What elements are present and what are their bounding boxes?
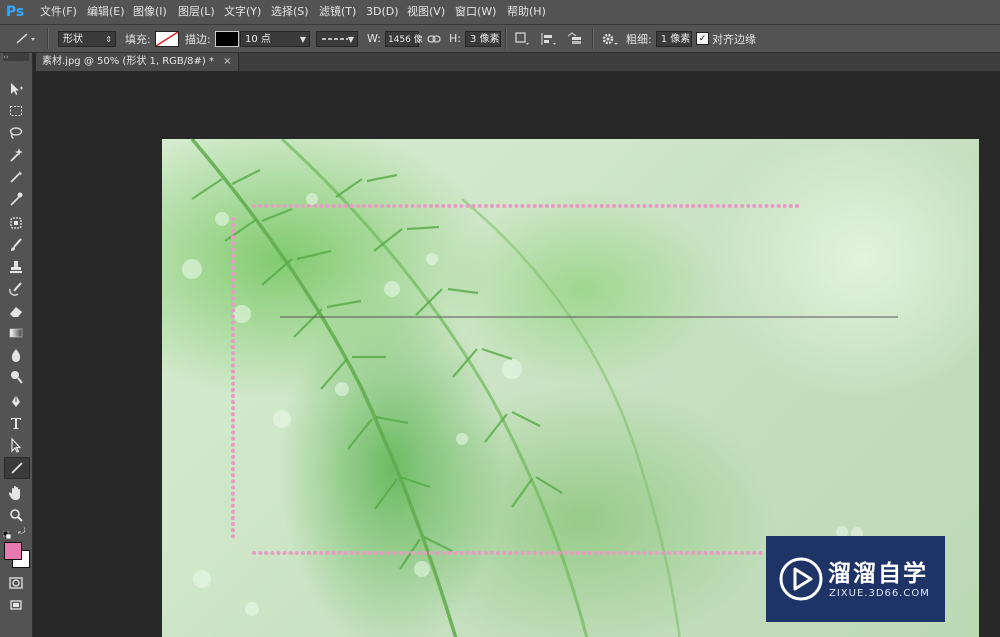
options-bar: 形状 ⇕ 填充: 描边: 10 点 ▼ ▼ W: 1456 像 H: 3 像素 …	[0, 25, 1000, 53]
tool-preset-picker[interactable]	[8, 25, 36, 52]
path-selection-icon[interactable]	[4, 435, 28, 455]
clone-stamp-icon[interactable]	[4, 257, 28, 277]
height-field[interactable]: 3 像素	[464, 30, 501, 47]
document-tab-bar: 素材.jpg @ 50% (形状 1, RGB/8#) * ×	[36, 53, 1000, 71]
magic-wand-icon[interactable]	[4, 145, 28, 165]
width-value: 1456 像	[387, 34, 423, 45]
stroke-color-swatch[interactable]	[214, 30, 239, 47]
healing-brush-icon[interactable]	[4, 213, 28, 233]
eraser-icon[interactable]	[4, 301, 28, 321]
watermark-badge: 溜溜自学 ZIXUE.3D66.COM	[766, 536, 945, 622]
quick-mask-icon[interactable]	[4, 573, 28, 593]
swap-colors-icon[interactable]: ⤾	[18, 527, 28, 537]
menu-select[interactable]: 选择(S)	[271, 0, 309, 24]
fill-swatch[interactable]	[154, 30, 179, 47]
divider	[47, 28, 49, 49]
height-label: H:	[449, 32, 461, 45]
menu-view[interactable]: 视图(V)	[407, 0, 445, 24]
type-tool-icon[interactable]	[4, 413, 28, 433]
no-color-icon	[155, 31, 178, 46]
updown-icon: ⇕	[105, 34, 112, 44]
align-edges-checkbox[interactable]: ✓	[696, 32, 709, 45]
chevron-down-icon: ▼	[347, 34, 354, 44]
tool-mode-value: 形状	[63, 33, 83, 45]
dodge-tool-icon[interactable]	[4, 367, 28, 387]
path-alignment-icon[interactable]	[540, 25, 556, 52]
tool-mode-select[interactable]: 形状 ⇕	[58, 30, 116, 47]
stroke-label: 描边:	[185, 32, 211, 46]
gradient-tool-icon[interactable]	[4, 323, 28, 343]
menu-layer[interactable]: 图层(L)	[178, 0, 215, 24]
menu-type[interactable]: 文字(Y)	[224, 0, 261, 24]
default-colors-icon[interactable]	[2, 529, 12, 540]
weight-label: 粗细:	[626, 32, 652, 46]
move-tool-icon[interactable]	[4, 79, 28, 99]
close-icon[interactable]: ×	[223, 56, 231, 67]
width-label: W:	[367, 32, 381, 45]
divider	[505, 28, 507, 49]
weight-field[interactable]: 1 像素	[655, 30, 692, 47]
gear-icon[interactable]	[601, 25, 619, 52]
brush-tool-icon[interactable]	[4, 235, 28, 255]
collapse-arrows-icon[interactable]: ››	[3, 53, 29, 61]
menu-help[interactable]: 帮助(H)	[507, 0, 546, 24]
document-tab-title: 素材.jpg @ 50% (形状 1, RGB/8#) *	[42, 56, 214, 67]
blur-tool-icon[interactable]	[4, 345, 28, 365]
foreground-color-swatch[interactable]	[4, 542, 22, 560]
menu-3d[interactable]: 3D(D)	[366, 0, 399, 24]
width-field[interactable]: 1456 像	[384, 30, 423, 47]
lasso-tool-icon[interactable]	[4, 123, 28, 143]
path-operations-icon[interactable]	[515, 25, 529, 52]
height-value: 3 像素	[469, 33, 500, 45]
menu-image[interactable]: 图像(I)	[133, 0, 167, 24]
toolbox: ›› ⤾	[0, 53, 33, 637]
stroke-width-field[interactable]: 10 点 ▼	[240, 30, 310, 47]
marquee-tool-icon[interactable]	[4, 101, 28, 121]
eyedropper-icon[interactable]	[4, 189, 28, 209]
dashed-line-icon	[322, 37, 348, 40]
menu-file[interactable]: 文件(F)	[40, 0, 77, 24]
watermark-title: 溜溜自学	[828, 561, 928, 587]
document-tab[interactable]: 素材.jpg @ 50% (形状 1, RGB/8#) * ×	[36, 53, 239, 71]
stroke-type-dropdown[interactable]: ▼	[316, 30, 358, 47]
line-tool-icon	[16, 32, 35, 44]
weight-value: 1 像素	[660, 33, 691, 45]
path-arrangement-icon[interactable]	[566, 25, 584, 52]
zoom-tool-icon[interactable]	[4, 505, 28, 525]
divider	[592, 28, 594, 49]
link-icon[interactable]	[427, 25, 441, 52]
stroke-width-value: 10 点	[245, 33, 271, 45]
menu-window[interactable]: 窗口(W)	[455, 0, 496, 24]
history-brush-icon[interactable]	[4, 279, 28, 299]
crop-tool-icon[interactable]	[4, 167, 28, 187]
play-logo-icon	[779, 557, 823, 601]
photoshop-logo[interactable]: Ps	[4, 3, 26, 21]
line-tool-icon[interactable]	[4, 457, 30, 479]
watermark-url: ZIXUE.3D66.COM	[829, 588, 930, 599]
menu-filter[interactable]: 滤镜(T)	[319, 0, 356, 24]
menu-edit[interactable]: 编辑(E)	[87, 0, 125, 24]
align-edges-label: 对齐边缘	[712, 32, 756, 46]
hand-tool-icon[interactable]	[4, 483, 28, 503]
fill-label: 填充:	[125, 32, 151, 46]
pen-tool-icon[interactable]	[4, 391, 28, 411]
screen-mode-icon[interactable]	[4, 595, 28, 615]
menu-bar: Ps 文件(F) 编辑(E) 图像(I) 图层(L) 文字(Y) 选择(S) 滤…	[0, 0, 1000, 25]
chevron-down-icon: ▼	[299, 34, 306, 44]
